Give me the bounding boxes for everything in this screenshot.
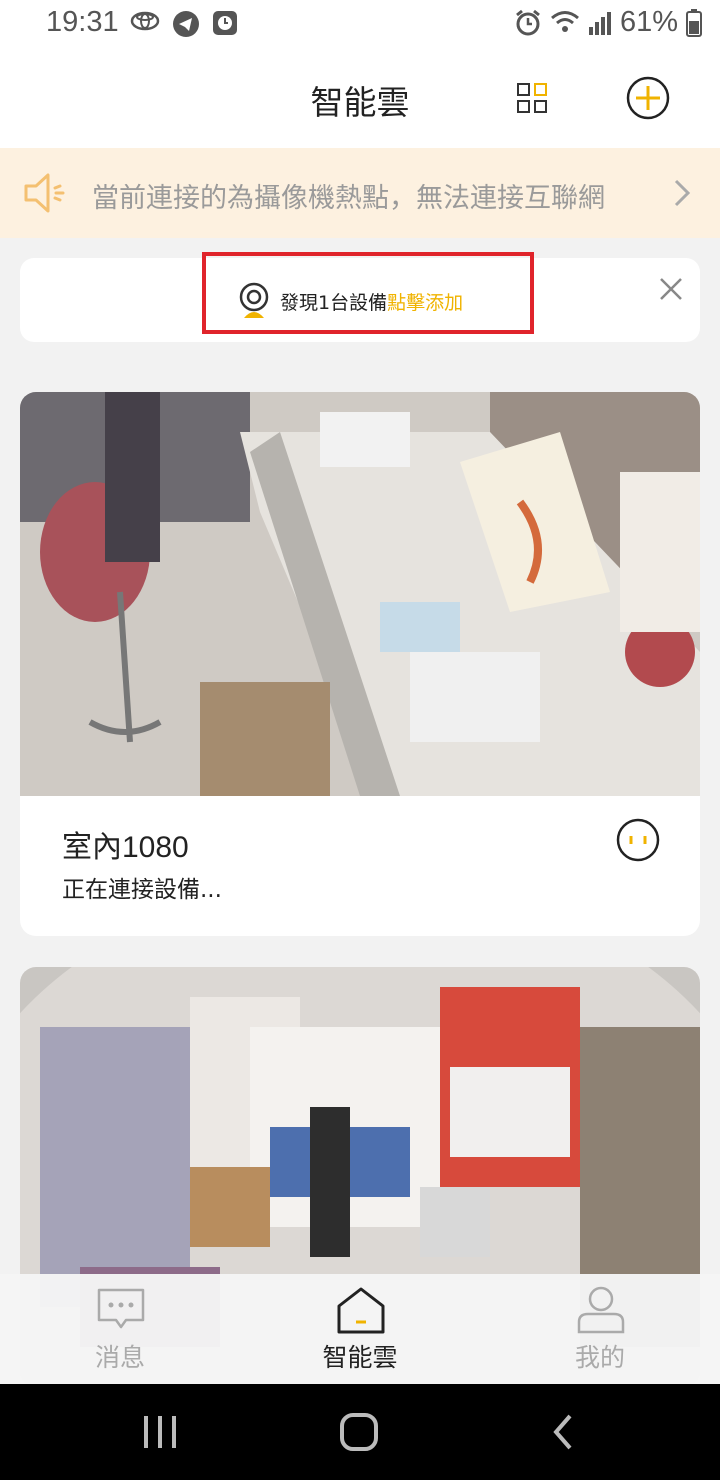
battery-percent: 61% bbox=[619, 6, 678, 38]
alarm-icon bbox=[516, 9, 540, 35]
network-notice-banner[interactable]: 當前連接的為攝像機熱點，無法連接互聯網 bbox=[0, 148, 720, 238]
back-icon[interactable] bbox=[548, 1412, 578, 1452]
device-name: 室內1080 bbox=[62, 831, 189, 864]
app-header: 智能雲 bbox=[0, 50, 720, 148]
system-nav-bar bbox=[0, 1384, 720, 1480]
notification-icons bbox=[130, 10, 238, 38]
clock-app-icon bbox=[213, 11, 237, 35]
speaker-icon bbox=[24, 173, 65, 213]
system-status: 61% bbox=[514, 6, 702, 39]
tab-label: 消息 bbox=[94, 1343, 145, 1372]
tab-smart-cloud[interactable]: 智能雲 bbox=[240, 1274, 480, 1384]
bottom-tab-bar: 消息 智能雲 我的 bbox=[0, 1274, 720, 1384]
add-device-icon[interactable] bbox=[626, 76, 670, 120]
device-card[interactable]: 室內1080 正在連接設備... bbox=[20, 392, 700, 936]
telegram-icon bbox=[173, 11, 199, 37]
tab-messages[interactable]: 消息 bbox=[0, 1274, 240, 1384]
page-title: 智能雲 bbox=[310, 83, 410, 122]
grid-view-icon[interactable] bbox=[516, 82, 548, 114]
camera-icon bbox=[239, 282, 269, 318]
more-options-icon[interactable] bbox=[616, 818, 660, 862]
tab-label: 智能雲 bbox=[322, 1343, 398, 1372]
camera-preview-image[interactable] bbox=[20, 392, 700, 796]
status-time: 19:31 bbox=[46, 6, 119, 38]
device-status: 正在連接設備... bbox=[62, 877, 222, 903]
notice-text: 當前連接的為攝像機熱點，無法連接互聯網 bbox=[92, 183, 605, 214]
discover-device-card: 發現1台設備點擊添加 bbox=[20, 252, 700, 342]
signal-icon bbox=[588, 11, 611, 35]
recent-apps-icon[interactable] bbox=[140, 1412, 180, 1452]
user-icon bbox=[577, 1286, 625, 1334]
home-nav-icon[interactable] bbox=[338, 1412, 382, 1452]
discover-text: 發現1台設備 bbox=[280, 292, 388, 314]
message-icon bbox=[97, 1288, 145, 1329]
home-icon bbox=[337, 1287, 385, 1334]
wifi-icon bbox=[550, 10, 579, 32]
status-bar: 19:31 61% bbox=[0, 0, 720, 50]
chevron-right-icon bbox=[674, 179, 691, 207]
battery-icon bbox=[686, 8, 702, 37]
toyota-icon bbox=[130, 11, 160, 31]
tab-label: 我的 bbox=[574, 1343, 625, 1372]
add-device-link[interactable]: 點擊添加 bbox=[387, 292, 463, 314]
discover-message[interactable]: 發現1台設備點擊添加 bbox=[280, 288, 463, 315]
close-icon[interactable] bbox=[656, 274, 686, 304]
tab-profile[interactable]: 我的 bbox=[480, 1274, 720, 1384]
